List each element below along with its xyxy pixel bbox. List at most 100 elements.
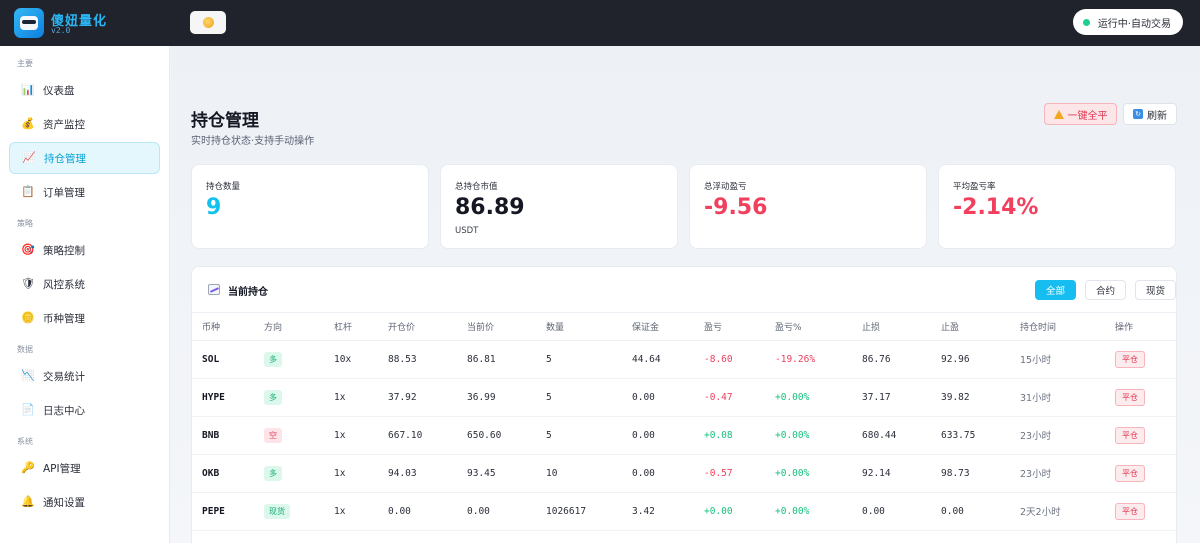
key-icon: 🔑 (21, 461, 35, 474)
cell-tp: 92.96 (941, 340, 1020, 379)
theme-toggle-button[interactable] (190, 11, 226, 34)
chart-icon (208, 284, 220, 295)
column-header: 数量 (546, 314, 632, 341)
cell-duration: 31小时 (1020, 378, 1115, 417)
table-row: HYPE 多 1x 37.92 36.99 5 0.00 -0.47 +0.00% 37.17 39… (192, 378, 1176, 417)
cell-qty: 10 (546, 454, 632, 493)
cell-pnl-pct: -19.26% (775, 340, 862, 379)
cell-action: 平仓 (1115, 492, 1176, 531)
filter-spot-tab[interactable]: 现货 (1135, 280, 1176, 300)
cell-symbol: OKB (192, 454, 264, 493)
direction-badge: 多 (264, 389, 282, 405)
warning-icon (1053, 109, 1064, 119)
close-position-button[interactable]: 平仓 (1115, 426, 1145, 444)
filter-all-tab[interactable]: 全部 (1035, 280, 1077, 300)
sidebar-item-dashboard[interactable]: 📊 仪表盘 (9, 74, 160, 106)
stat-card-position-count: 持仓数量 9 (191, 164, 429, 249)
sidebar-item-api-management[interactable]: 🔑 API管理 (9, 452, 160, 484)
running-status-badge[interactable]: 运行中·自动交易 (1072, 9, 1183, 35)
stat-card-floating-pnl: 总浮动盈亏 -9.56 (689, 164, 927, 249)
stat-card-market-value: 总持仓市值 86.89 USDT (440, 164, 678, 249)
cell-sl: 37.17 (862, 378, 941, 417)
sun-icon (202, 17, 214, 28)
sidebar-item-strategy-control[interactable]: 🎯 策略控制 (9, 234, 160, 266)
cell-duration: 15小时 (1020, 340, 1115, 379)
refresh-icon: ↻ (1133, 109, 1143, 119)
column-header: 保证金 (632, 314, 704, 341)
cell-action: 平仓 (1115, 416, 1176, 455)
column-header: 止损 (862, 314, 941, 341)
cell-current: 93.45 (467, 454, 546, 493)
cell-pnl-pct: +0.00% (775, 454, 862, 493)
sidebar-item-label: 订单管理 (43, 186, 85, 199)
cell-pnl-pct: +0.00% (775, 492, 862, 531)
stat-label: 总持仓市值 (455, 182, 498, 192)
sidebar-item-label: API管理 (43, 462, 81, 475)
cell-symbol: SOL (192, 340, 264, 379)
sidebar-item-risk-control[interactable]: 🛡 风控系统 (9, 268, 160, 300)
filter-contract-tab[interactable]: 合约 (1085, 280, 1127, 300)
cell-leverage: 10x (334, 340, 388, 379)
sidebar-item-label: 交易统计 (43, 370, 85, 383)
cell-margin: 0.00 (632, 416, 704, 455)
cell-sl: 92.14 (862, 454, 941, 493)
sidebar-item-label: 风控系统 (43, 278, 85, 291)
cell-duration: 23小时 (1020, 454, 1115, 493)
sidebar-item-positions[interactable]: 📈 持仓管理 (9, 142, 160, 174)
sidebar-item-asset-monitor[interactable]: 💰 资产监控 (9, 108, 160, 140)
table-header-row: 币种 方向 杠杆 开仓价 当前价 数量 保证金 盈亏 盈亏% 止损 止盈 持仓时间 操作 (192, 314, 1176, 341)
cell-direction: 多 (264, 378, 334, 417)
cell-action: 平仓 (1115, 454, 1176, 493)
column-header: 持仓时间 (1020, 314, 1115, 341)
column-header: 币种 (192, 314, 264, 341)
sidebar-group-strategy: 策略 (17, 218, 33, 228)
cell-leverage: 1x (334, 454, 388, 493)
sidebar-item-orders[interactable]: 📋 订单管理 (9, 176, 160, 208)
close-position-button[interactable]: 平仓 (1115, 350, 1145, 368)
column-header: 当前价 (467, 314, 546, 341)
document-icon: 📄 (21, 403, 35, 416)
cell-entry: 37.92 (388, 378, 467, 417)
sidebar-item-coin-management[interactable]: 🪙 币种管理 (9, 302, 160, 334)
cell-current: 86.81 (467, 340, 546, 379)
cell-qty: 5 (546, 416, 632, 455)
close-position-button[interactable]: 平仓 (1115, 502, 1145, 520)
cell-pnl: -0.47 (704, 378, 775, 417)
sidebar-item-notification-settings[interactable]: 🔔 通知设置 (9, 486, 160, 518)
sidebar-item-label: 仪表盘 (43, 84, 75, 97)
cell-pnl: -0.57 (704, 454, 775, 493)
cell-symbol: PEPE (192, 492, 264, 531)
cell-tp: 98.73 (941, 454, 1020, 493)
direction-badge: 多 (264, 465, 282, 481)
close-position-button[interactable]: 平仓 (1115, 388, 1145, 406)
cell-sl: 86.76 (862, 340, 941, 379)
table-row: BNB 空 1x 667.10 650.60 5 0.00 +0.08 +0.00% 680.44… (192, 416, 1176, 455)
sidebar-item-label: 资产监控 (43, 118, 85, 131)
bar-chart-icon: 📊 (21, 83, 35, 96)
refresh-button[interactable]: ↻ 刷新 (1123, 103, 1177, 125)
cell-tp: 0.00 (941, 492, 1020, 531)
close-position-button[interactable]: 平仓 (1115, 464, 1145, 482)
cell-margin: 0.00 (632, 378, 704, 417)
close-all-positions-button[interactable]: 一键全平 (1044, 103, 1117, 125)
target-icon: 🎯 (21, 243, 35, 256)
direction-badge: 空 (264, 427, 282, 443)
cell-qty: 1026617 (546, 492, 632, 531)
stat-label: 平均盈亏率 (953, 182, 996, 192)
cell-entry: 667.10 (388, 416, 467, 455)
sidebar-group-main: 主要 (17, 58, 33, 68)
table-row: PEPE 现货 1x 0.00 0.00 1026617 3.42 +0.00 +0.00% 0.… (192, 492, 1176, 531)
sidebar: 主要 📊 仪表盘 💰 资产监控 📈 持仓管理 📋 订单管理 策略 🎯 策略控制 … (0, 46, 170, 543)
cell-pnl-pct: +0.00% (775, 416, 862, 455)
sidebar-item-log-center[interactable]: 📄 日志中心 (9, 394, 160, 426)
cell-pnl: +0.08 (704, 416, 775, 455)
sidebar-item-label: 策略控制 (43, 244, 85, 257)
cell-sl: 680.44 (862, 416, 941, 455)
shield-icon: 🛡 (21, 277, 35, 290)
panel-title: 当前持仓 (228, 287, 268, 298)
sidebar-item-label: 日志中心 (43, 404, 85, 417)
cell-direction: 多 (264, 454, 334, 493)
stat-unit: USDT (455, 226, 479, 236)
cell-pnl: -8.60 (704, 340, 775, 379)
sidebar-item-trade-stats[interactable]: 📉 交易统计 (9, 360, 160, 392)
